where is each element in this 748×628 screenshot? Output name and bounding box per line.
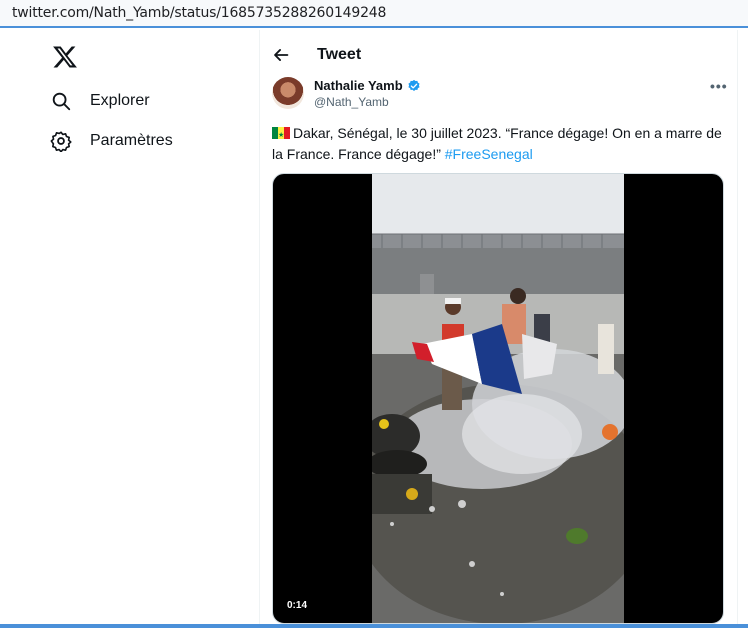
url-text[interactable]: twitter.com/Nath_Yamb/status/16857352882… xyxy=(12,5,386,21)
sidebar-item-explorer[interactable]: Explorer xyxy=(50,86,150,116)
search-icon xyxy=(52,92,71,111)
senegal-flag-icon xyxy=(272,125,290,146)
x-logo-icon[interactable] xyxy=(52,44,78,70)
verified-badge-icon xyxy=(408,79,420,91)
video-player[interactable]: 0:14 xyxy=(272,173,724,624)
author-handle[interactable]: @Nath_Yamb xyxy=(314,95,389,109)
more-options-icon[interactable]: ••• xyxy=(710,78,728,94)
browser-address-bar[interactable]: twitter.com/Nath_Yamb/status/16857352882… xyxy=(0,0,748,28)
tweet-text: Dakar, Sénégal, le 30 juillet 2023. “Fra… xyxy=(272,123,728,165)
arrow-left-icon[interactable] xyxy=(270,44,292,66)
tweet-panel: Tweet Nathalie Yamb @Nath_Yamb ••• Dakar… xyxy=(260,30,737,628)
sidebar: Explorer Paramètres xyxy=(0,30,260,628)
sidebar-item-label: Explorer xyxy=(90,92,150,109)
video-duration-badge: 0:14 xyxy=(283,598,312,613)
window-edge xyxy=(0,624,748,628)
sidebar-item-parametres[interactable]: Paramètres xyxy=(50,126,173,156)
author-name[interactable]: Nathalie Yamb xyxy=(314,78,403,93)
author-name-row[interactable]: Nathalie Yamb xyxy=(314,78,421,93)
gear-icon xyxy=(50,131,72,152)
video-frame xyxy=(372,174,624,623)
hashtag-link[interactable]: #FreeSenegal xyxy=(445,146,533,162)
sidebar-item-label: Paramètres xyxy=(90,132,173,149)
avatar[interactable] xyxy=(272,77,304,109)
divider xyxy=(737,30,738,628)
page-title: Tweet xyxy=(317,46,362,63)
